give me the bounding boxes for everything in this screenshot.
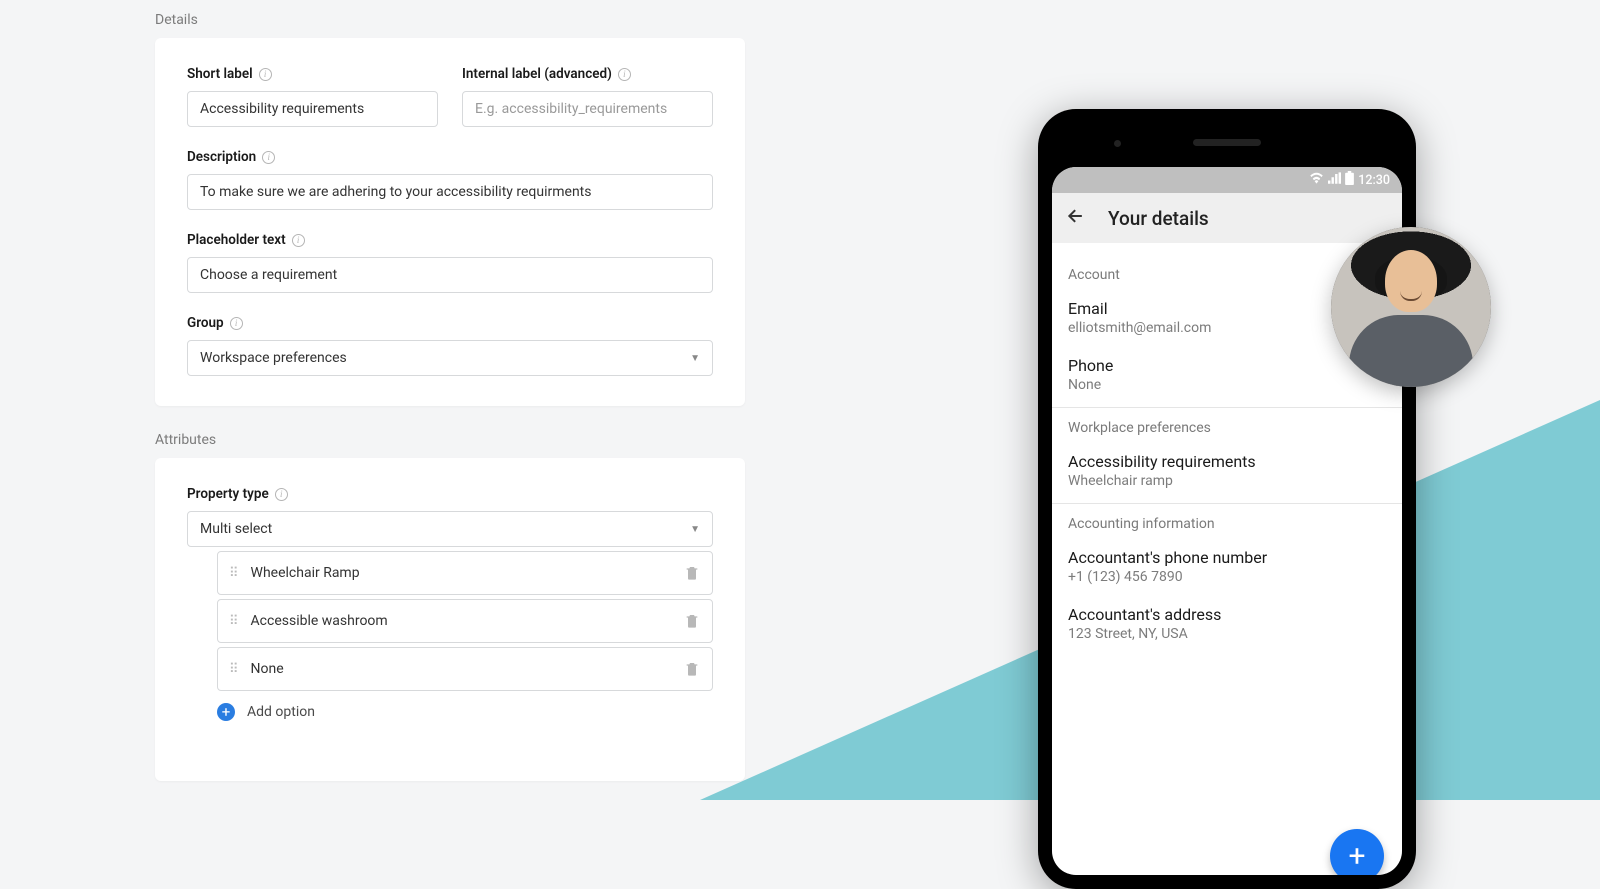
description-label-text: Description xyxy=(187,149,256,165)
signal-icon xyxy=(1328,172,1341,188)
drag-handle-icon[interactable]: ⠿ xyxy=(229,619,237,624)
add-option-button[interactable]: + Add option xyxy=(217,703,713,721)
list-item[interactable]: Accessibility requirements Wheelchair ra… xyxy=(1068,444,1386,501)
property-type-select-value: Multi select xyxy=(200,521,272,537)
chevron-down-icon: ▼ xyxy=(690,353,700,364)
trash-icon[interactable] xyxy=(684,564,700,582)
option-row: ⠿ Wheelchair Ramp xyxy=(217,551,713,595)
divider xyxy=(1052,407,1402,408)
option-label[interactable]: None xyxy=(251,661,684,677)
property-type-label: Property type i xyxy=(187,486,713,502)
placeholder-text-label: Placeholder text i xyxy=(187,232,713,248)
info-icon[interactable]: i xyxy=(275,488,288,501)
group-label: Groupi xyxy=(187,315,713,331)
chevron-down-icon: ▼ xyxy=(690,524,700,535)
option-row: ⠿ None xyxy=(217,647,713,691)
item-value: 123 Street, NY, USA xyxy=(1068,626,1386,642)
option-row: ⠿ Accessible washroom xyxy=(217,599,713,643)
divider xyxy=(1052,503,1402,504)
item-key: Accessibility requirements xyxy=(1068,452,1386,471)
phone-camera xyxy=(1114,140,1121,147)
internal-label-label: Internal label (advanced) i xyxy=(462,66,713,82)
info-icon[interactable]: i xyxy=(292,234,305,247)
plus-icon: + xyxy=(217,703,235,721)
drag-handle-icon[interactable]: ⠿ xyxy=(229,667,237,672)
item-value: Wheelchair ramp xyxy=(1068,473,1386,489)
placeholder-text-label-text: Placeholder text xyxy=(187,232,286,248)
item-key: Accountant's phone number xyxy=(1068,548,1386,567)
section-header-workplace: Workplace preferences xyxy=(1068,410,1386,444)
short-label-input[interactable] xyxy=(187,91,438,127)
battery-icon xyxy=(1345,171,1354,189)
property-type-select[interactable]: Multi select ▼ xyxy=(187,511,713,547)
info-icon[interactable]: i xyxy=(259,68,272,81)
internal-label-text: Internal label (advanced) xyxy=(462,66,612,82)
details-card: Short labeli Internal label (advanced)i … xyxy=(155,38,745,406)
internal-label-input[interactable] xyxy=(462,91,713,127)
description-label: Description i xyxy=(187,149,713,165)
attributes-section-title: Attributes xyxy=(155,432,745,448)
trash-icon[interactable] xyxy=(684,660,700,678)
add-option-label: Add option xyxy=(247,704,315,720)
fab-add-button[interactable]: + xyxy=(1330,829,1384,875)
group-select[interactable]: Workspace preferences ▼ xyxy=(187,340,713,376)
attributes-card: Property type i Multi select ▼ ⠿ Wheelchai… xyxy=(155,458,745,781)
short-label-label: Short label i xyxy=(187,66,438,82)
option-label[interactable]: Accessible washroom xyxy=(251,613,684,629)
phone-speaker xyxy=(1193,139,1261,146)
list-item[interactable]: Accountant's address 123 Street, NY, USA xyxy=(1068,597,1386,654)
info-icon[interactable]: i xyxy=(618,68,631,81)
item-value: +1 (123) 456 7890 xyxy=(1068,569,1386,585)
short-label-text: Short label xyxy=(187,66,253,82)
section-header-accounting: Accounting information xyxy=(1068,506,1386,540)
trash-icon[interactable] xyxy=(684,612,700,630)
status-bar: 12:30 xyxy=(1052,167,1402,193)
details-section-title: Details xyxy=(155,12,745,28)
info-icon[interactable]: i xyxy=(230,317,243,330)
item-key: Accountant's address xyxy=(1068,605,1386,624)
list-item[interactable]: Accountant's phone number +1 (123) 456 7… xyxy=(1068,540,1386,597)
placeholder-text-input[interactable] xyxy=(187,257,713,293)
back-icon[interactable] xyxy=(1066,206,1086,230)
phone-preview: 12:30 Your details Account Email elliots… xyxy=(1038,109,1416,889)
group-label-text: Group xyxy=(187,315,224,331)
description-input[interactable] xyxy=(187,174,713,210)
property-type-label-text: Property type xyxy=(187,486,269,502)
wifi-icon xyxy=(1309,172,1324,188)
screen-title: Your details xyxy=(1108,207,1209,230)
info-icon[interactable]: i xyxy=(262,151,275,164)
group-select-value: Workspace preferences xyxy=(200,350,347,366)
option-label[interactable]: Wheelchair Ramp xyxy=(251,565,684,581)
avatar xyxy=(1331,227,1491,387)
status-time: 12:30 xyxy=(1358,173,1390,188)
drag-handle-icon[interactable]: ⠿ xyxy=(229,571,237,576)
plus-icon: + xyxy=(1348,839,1365,874)
